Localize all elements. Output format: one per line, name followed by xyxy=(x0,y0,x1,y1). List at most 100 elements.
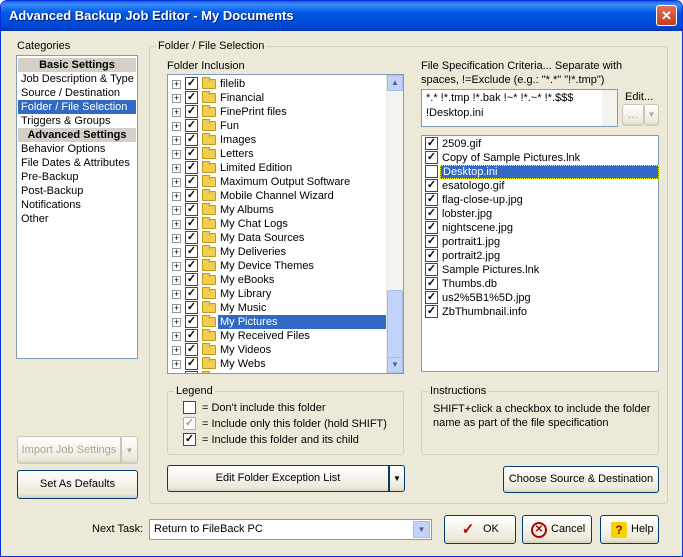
folder-row[interactable]: + ✓ My Device Themes xyxy=(168,259,387,273)
folder-label[interactable]: Maximum Output Software xyxy=(218,175,352,189)
category-item[interactable]: Folder / File Selection xyxy=(18,100,136,114)
folder-checkbox[interactable]: ✓ xyxy=(185,301,198,314)
expand-icon[interactable]: + xyxy=(172,150,181,159)
expand-icon[interactable]: + xyxy=(172,108,181,117)
folder-label[interactable]: My Pictures xyxy=(218,315,388,329)
category-item[interactable]: File Dates & Attributes xyxy=(18,156,136,170)
file-checkbox[interactable] xyxy=(425,165,438,178)
folder-checkbox[interactable]: ✓ xyxy=(185,105,198,118)
folder-label[interactable]: Financial xyxy=(218,91,266,105)
expand-icon[interactable]: + xyxy=(172,360,181,369)
category-item[interactable]: Behavior Options xyxy=(18,142,136,156)
folder-checkbox[interactable]: ✓ xyxy=(185,133,198,146)
expand-icon[interactable]: + xyxy=(172,164,181,173)
file-row[interactable]: Desktop.ini xyxy=(422,165,659,179)
folder-checkbox[interactable]: ✓ xyxy=(185,357,198,370)
file-label[interactable]: lobster.jpg xyxy=(440,207,494,221)
set-as-defaults-button[interactable]: Set As Defaults xyxy=(17,470,138,499)
folder-label[interactable]: Images xyxy=(218,133,258,147)
file-row[interactable]: ✓ esatologo.gif xyxy=(422,179,658,193)
folder-checkbox[interactable]: ✓ xyxy=(185,231,198,244)
folder-row[interactable]: + ✓ My Albums xyxy=(168,203,387,217)
file-row[interactable]: ✓ nightscene.jpg xyxy=(422,221,658,235)
folder-row[interactable]: + ✓ filelib xyxy=(168,77,387,91)
expand-icon[interactable]: + xyxy=(172,220,181,229)
folder-label[interactable]: filelib xyxy=(218,77,247,91)
folder-row[interactable]: + ✓ Fun xyxy=(168,119,387,133)
expand-icon[interactable]: + xyxy=(172,136,181,145)
file-label[interactable]: Desktop.ini xyxy=(440,165,659,179)
folder-checkbox[interactable]: ✓ xyxy=(185,91,198,104)
folder-checkbox[interactable]: ✓ xyxy=(185,287,198,300)
expand-icon[interactable]: + xyxy=(172,248,181,257)
folder-row[interactable]: + ✓ My Data Sources xyxy=(168,231,387,245)
folder-row[interactable]: + ✓ My Chat Logs xyxy=(168,217,387,231)
folder-label[interactable] xyxy=(218,371,222,373)
folder-label[interactable]: My Music xyxy=(218,301,268,315)
file-checkbox[interactable]: ✓ xyxy=(425,151,438,164)
folder-row[interactable]: + ✓ Maximum Output Software xyxy=(168,175,387,189)
folder-row[interactable]: + ✓ Images xyxy=(168,133,387,147)
file-label[interactable]: portrait2.jpg xyxy=(440,249,502,263)
expand-icon[interactable]: + xyxy=(172,262,181,271)
folder-checkbox[interactable]: ✓ xyxy=(185,189,198,202)
folder-row[interactable]: + ✓ My Received Files xyxy=(168,329,387,343)
file-row[interactable]: ✓ portrait2.jpg xyxy=(422,249,658,263)
file-checkbox[interactable]: ✓ xyxy=(425,221,438,234)
file-checkbox[interactable]: ✓ xyxy=(425,193,438,206)
category-item[interactable]: Source / Destination xyxy=(18,86,136,100)
expand-icon[interactable]: + xyxy=(172,80,181,89)
file-row[interactable]: ✓ 2509.gif xyxy=(422,137,658,151)
expand-icon[interactable]: + xyxy=(172,234,181,243)
file-list[interactable]: ✓ 2509.gif ✓ Copy of Sample Pictures.lnk Des… xyxy=(421,135,659,372)
folder-row[interactable]: +✓ xyxy=(168,371,387,373)
folder-checkbox[interactable]: ✓ xyxy=(185,371,198,373)
category-item[interactable]: Job Description & Type xyxy=(18,72,136,86)
file-checkbox[interactable]: ✓ xyxy=(425,277,438,290)
expand-icon[interactable]: + xyxy=(172,178,181,187)
folder-row[interactable]: + ✓ Mobile Channel Wizard xyxy=(168,189,387,203)
folder-checkbox[interactable]: ✓ xyxy=(185,147,198,160)
folder-checkbox[interactable]: ✓ xyxy=(185,315,198,328)
file-row[interactable]: ✓ lobster.jpg xyxy=(422,207,658,221)
folder-checkbox[interactable]: ✓ xyxy=(185,245,198,258)
help-button[interactable]: ? Help xyxy=(600,515,659,544)
file-label[interactable]: Sample Pictures.lnk xyxy=(440,263,541,277)
folder-row[interactable]: + ✓ Letters xyxy=(168,147,387,161)
file-checkbox[interactable]: ✓ xyxy=(425,249,438,262)
category-item[interactable]: Notifications xyxy=(18,198,136,212)
next-task-combo[interactable]: Return to FileBack PC ▼ xyxy=(149,519,432,540)
folder-label[interactable]: My Albums xyxy=(218,203,276,217)
expand-icon[interactable]: + xyxy=(172,346,181,355)
cancel-button[interactable]: ✕ Cancel xyxy=(522,515,592,544)
folder-checkbox[interactable]: ✓ xyxy=(185,119,198,132)
folder-label[interactable]: Fun xyxy=(218,119,241,133)
expand-icon[interactable]: + xyxy=(172,94,181,103)
close-button[interactable]: ✕ xyxy=(656,5,677,26)
folder-label[interactable]: My Webs xyxy=(218,357,268,371)
folder-label[interactable]: My Chat Logs xyxy=(218,217,290,231)
category-item[interactable]: Pre-Backup xyxy=(18,170,136,184)
folder-row[interactable]: + ✓ Financial xyxy=(168,91,387,105)
folder-checkbox[interactable]: ✓ xyxy=(185,77,198,90)
file-row[interactable]: ✓ ZbThumbnail.info xyxy=(422,305,658,319)
expand-icon[interactable]: + xyxy=(172,304,181,313)
scroll-up-arrow[interactable]: ▲ xyxy=(387,75,403,91)
import-job-settings-button[interactable]: Import Job Settings xyxy=(17,436,121,464)
folder-label[interactable]: My Deliveries xyxy=(218,245,288,259)
expand-icon[interactable]: + xyxy=(172,332,181,341)
file-label[interactable]: us2%5B1%5D.jpg xyxy=(440,291,533,305)
folder-label[interactable]: FinePrint files xyxy=(218,105,289,119)
file-spec-input[interactable]: *.* !*.tmp !*.bak !~* !*.~* !*.$$$ !Desk… xyxy=(421,89,618,127)
category-item[interactable]: Triggers & Groups xyxy=(18,114,136,128)
combo-arrow[interactable]: ▼ xyxy=(413,521,430,538)
folder-checkbox[interactable]: ✓ xyxy=(185,329,198,342)
folder-checkbox[interactable]: ✓ xyxy=(185,175,198,188)
folder-label[interactable]: My Videos xyxy=(218,343,273,357)
folder-row[interactable]: + ✓ My Webs xyxy=(168,357,387,371)
title-bar[interactable]: Advanced Backup Job Editor - My Document… xyxy=(1,1,682,31)
expand-icon[interactable]: + xyxy=(172,290,181,299)
folder-row[interactable]: + ✓ Limited Edition xyxy=(168,161,387,175)
expand-icon[interactable]: + xyxy=(172,276,181,285)
file-checkbox[interactable]: ✓ xyxy=(425,207,438,220)
